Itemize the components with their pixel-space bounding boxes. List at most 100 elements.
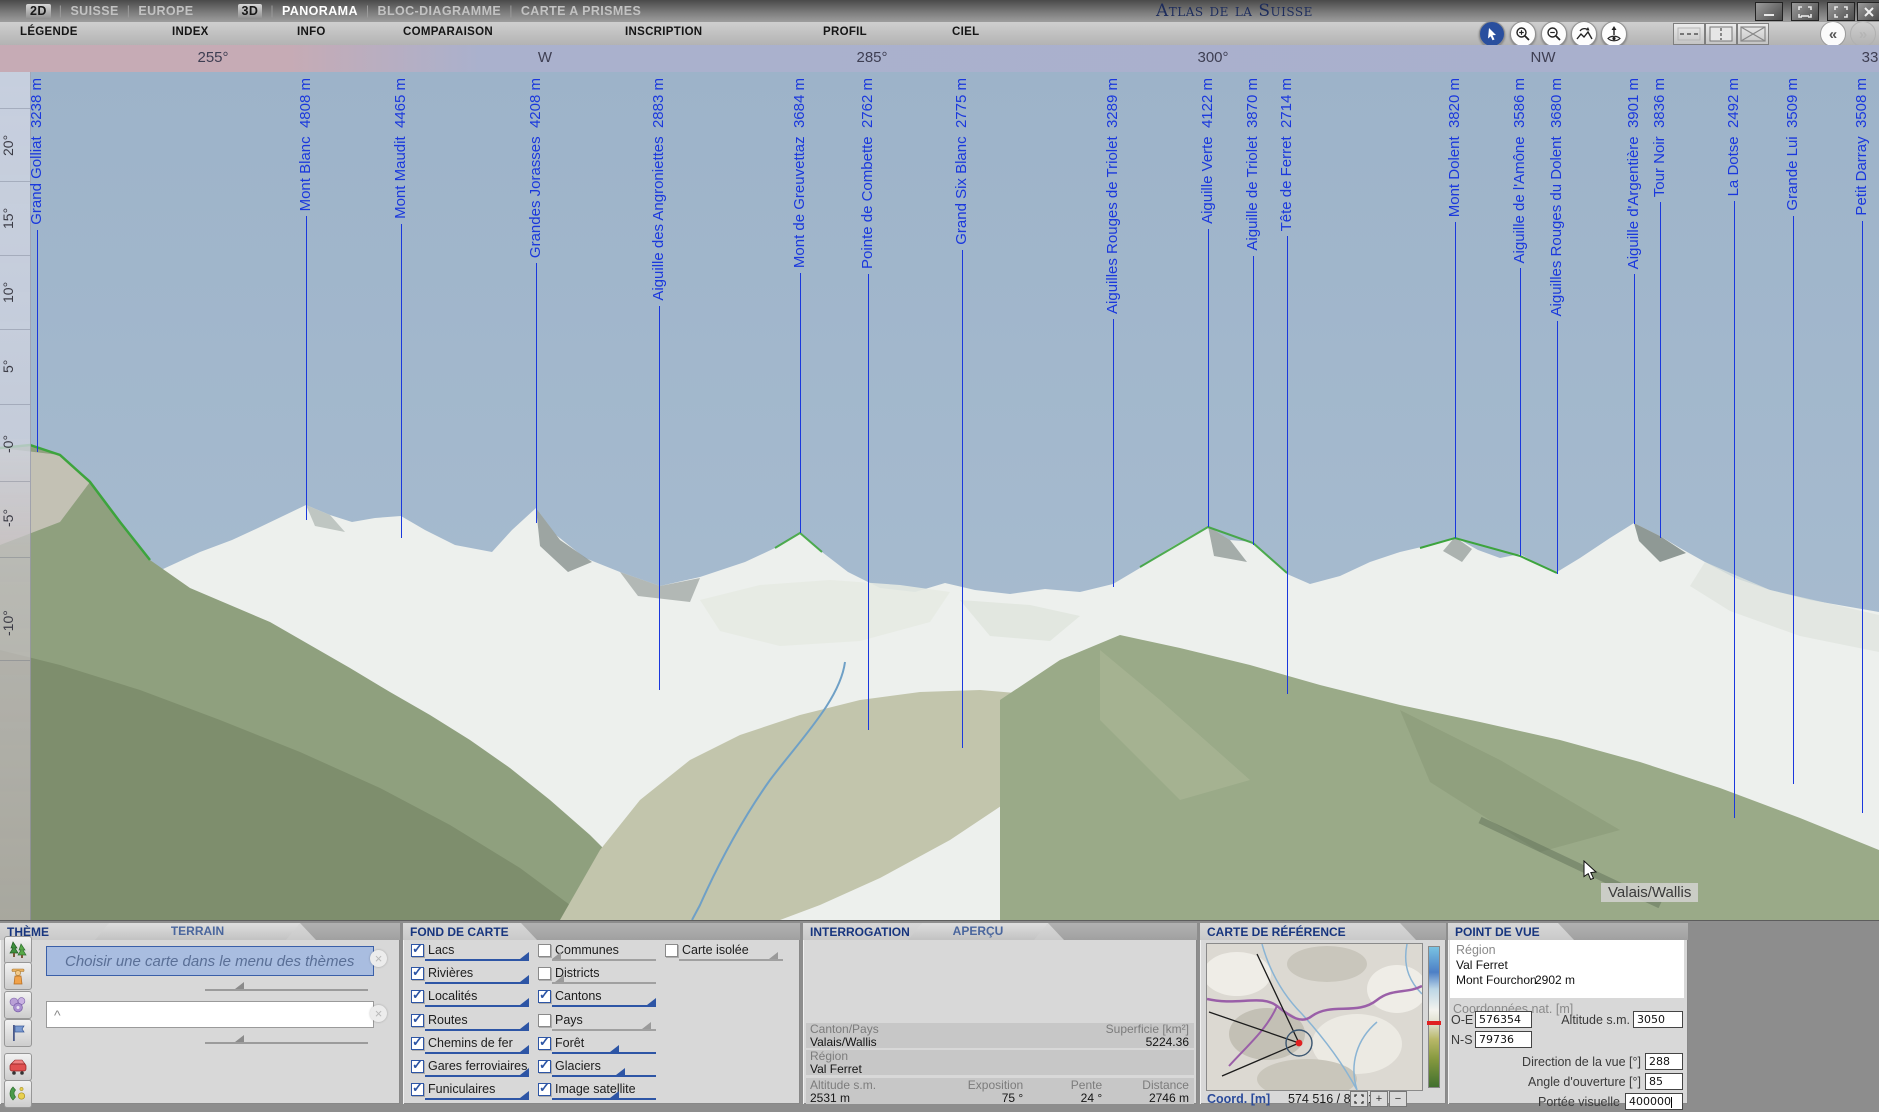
layer-checkbox[interactable] [411, 967, 424, 980]
theme-slider-2[interactable] [205, 1042, 368, 1044]
theme-icon-politics[interactable] [4, 1019, 32, 1047]
layer-checkbox[interactable] [538, 944, 551, 957]
slider-handle[interactable] [235, 982, 244, 989]
redraw-view-button[interactable] [1571, 21, 1597, 47]
layer-opacity-slider[interactable] [425, 959, 529, 961]
slider-handle[interactable] [769, 952, 778, 959]
single-view-layout-button[interactable] [1673, 23, 1705, 45]
fit-extent-button[interactable] [1350, 1091, 1368, 1107]
maximize-button[interactable] [1791, 2, 1819, 21]
slider-handle[interactable] [520, 1045, 529, 1052]
restore-button[interactable] [1827, 2, 1855, 21]
theme-icon-services[interactable] [4, 991, 32, 1019]
zoom-out-button[interactable] [1541, 21, 1567, 47]
layer-checkbox[interactable] [411, 1083, 424, 1096]
theme-icon-tourism[interactable] [4, 962, 32, 990]
layer-opacity-slider[interactable] [679, 959, 783, 961]
minimize-button[interactable] [1755, 2, 1783, 21]
oe-input[interactable]: 576354 [1475, 1011, 1532, 1028]
split-view-layout-button[interactable] [1705, 23, 1737, 45]
layer-checkbox[interactable] [665, 944, 678, 957]
theme-icon-transport[interactable] [4, 1053, 32, 1081]
clear-theme-button[interactable]: × [370, 950, 387, 967]
theme-select-field[interactable]: Choisir une carte dans le menu des thème… [46, 946, 374, 976]
slider-handle[interactable] [552, 952, 561, 959]
layer-checkbox[interactable] [411, 1060, 424, 1073]
layer-opacity-slider[interactable] [425, 1075, 529, 1077]
visual-range-input[interactable]: 400000 [1625, 1093, 1683, 1110]
layer-checkbox[interactable] [411, 944, 424, 957]
layer-opacity-slider[interactable] [425, 1005, 529, 1007]
menu-info[interactable]: INFO [297, 26, 326, 38]
menu-profil[interactable]: PROFIL [823, 26, 867, 38]
tab-terrain[interactable]: TERRAIN [95, 923, 300, 940]
history-forward-button[interactable]: » [1850, 21, 1876, 47]
mode-panorama[interactable]: PANORAMA [282, 4, 358, 18]
menu-index[interactable]: INDEX [172, 26, 209, 38]
altitude-input[interactable]: 3050 [1633, 1011, 1683, 1028]
pointer-tool-button[interactable] [1479, 21, 1505, 47]
map-zoom-out-button[interactable]: − [1389, 1091, 1407, 1107]
mode-2d[interactable]: 2D [26, 4, 51, 19]
clear-search-button[interactable]: × [370, 1005, 387, 1022]
layer-checkbox[interactable] [411, 1037, 424, 1050]
viewpoint-eye-button[interactable] [1601, 21, 1627, 47]
theme-icon-forest[interactable] [4, 936, 32, 964]
reference-minimap[interactable] [1206, 943, 1423, 1091]
layer-opacity-slider[interactable] [552, 1029, 656, 1031]
layer-opacity-slider[interactable] [552, 1052, 656, 1054]
theme-search-input[interactable]: ^ [46, 1001, 374, 1028]
layer-checkbox[interactable] [538, 1083, 551, 1096]
layer-checkbox[interactable] [538, 1037, 551, 1050]
tab-apercu[interactable]: APERÇU [908, 923, 1048, 940]
slider-handle[interactable] [555, 975, 564, 982]
slider-handle[interactable] [616, 1068, 625, 1075]
slider-handle[interactable] [520, 998, 529, 1005]
layer-opacity-slider[interactable] [425, 1029, 529, 1031]
layer-opacity-slider[interactable] [552, 982, 656, 984]
panorama-3d-view[interactable] [0, 72, 1879, 920]
mode-3d[interactable]: 3D [238, 4, 263, 19]
tab-interrogation[interactable]: INTERROGATION [810, 925, 910, 939]
ns-input[interactable]: 79736 [1475, 1031, 1532, 1048]
slider-handle[interactable] [610, 1045, 619, 1052]
layer-checkbox[interactable] [538, 1060, 551, 1073]
layer-opacity-slider[interactable] [552, 1005, 656, 1007]
aperture-input[interactable]: 85 [1645, 1073, 1683, 1090]
slider-handle[interactable] [520, 952, 529, 959]
theme-icon-communication[interactable] [4, 1080, 32, 1108]
layer-checkbox[interactable] [411, 1014, 424, 1027]
layer-opacity-slider[interactable] [552, 959, 656, 961]
layer-checkbox[interactable] [411, 990, 424, 1003]
mode-carte-a-prismes[interactable]: CARTE A PRISMES [521, 4, 641, 18]
mode-bloc-diagramme[interactable]: BLOC-DIAGRAMME [378, 4, 502, 18]
layer-opacity-slider[interactable] [552, 1075, 656, 1077]
layer-opacity-slider[interactable] [425, 982, 529, 984]
mode-europe[interactable]: EUROPE [138, 4, 193, 18]
layer-opacity-slider[interactable] [552, 1098, 656, 1100]
direction-input[interactable]: 288 [1645, 1053, 1683, 1070]
slider-handle[interactable] [520, 1022, 529, 1029]
menu-comparaison[interactable]: COMPARAISON [403, 26, 493, 38]
layer-checkbox[interactable] [538, 1014, 551, 1027]
slider-handle[interactable] [647, 998, 656, 1005]
slider-handle[interactable] [642, 1022, 651, 1029]
layer-opacity-slider[interactable] [425, 1098, 529, 1100]
close-button[interactable] [1857, 2, 1879, 21]
theme-slider-1[interactable] [205, 989, 368, 991]
slider-handle[interactable] [520, 1068, 529, 1075]
slider-handle[interactable] [610, 1091, 619, 1098]
mode-suisse[interactable]: SUISSE [70, 4, 118, 18]
zoom-in-button[interactable] [1510, 21, 1536, 47]
map-zoom-in-button[interactable]: + [1370, 1091, 1388, 1107]
layer-opacity-slider[interactable] [425, 1052, 529, 1054]
history-back-button[interactable]: « [1820, 21, 1846, 47]
menu-légende[interactable]: LÉGENDE [20, 26, 78, 38]
close-view-button[interactable] [1737, 23, 1769, 45]
slider-handle[interactable] [235, 1035, 244, 1042]
layer-checkbox[interactable] [538, 967, 551, 980]
menu-ciel[interactable]: CIEL [952, 26, 979, 38]
slider-handle[interactable] [520, 1091, 529, 1098]
slider-handle[interactable] [520, 975, 529, 982]
menu-inscription[interactable]: INSCRIPTION [625, 26, 702, 38]
